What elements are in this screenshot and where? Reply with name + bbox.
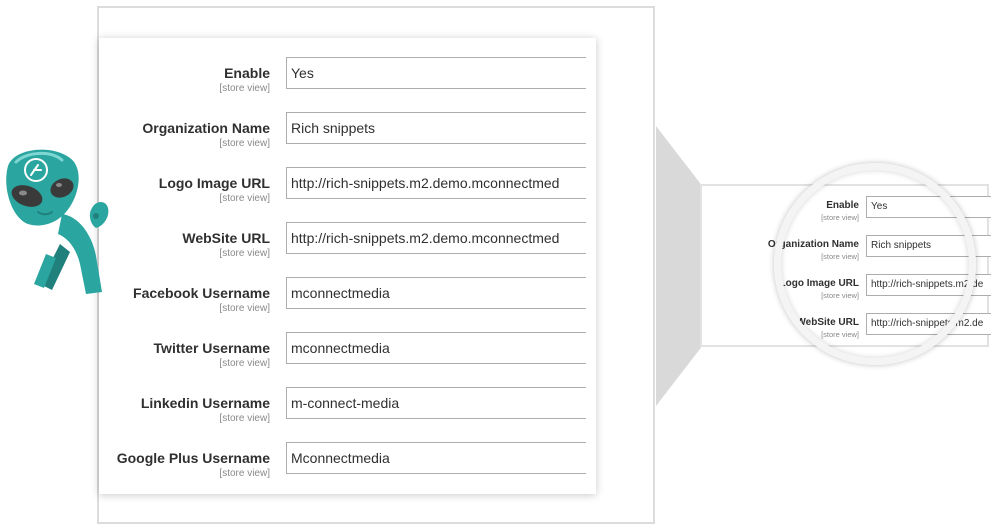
field-label: Organization Name (142, 120, 270, 136)
field-label: Google Plus Username (116, 450, 270, 466)
enable-select[interactable]: Yes (286, 57, 586, 89)
scope-label: [store view] (219, 468, 270, 479)
field-label: Linkedin Username (140, 395, 270, 411)
preview-organization-name-input: Rich snippets (866, 235, 991, 257)
preview-enable-select: Yes (866, 196, 991, 218)
website-url-input[interactable]: http://rich-snippets.m2.demo.mconnectmed (286, 222, 586, 254)
form-row-enable: Enable [store view] Yes (99, 57, 596, 97)
logo-image-url-input[interactable]: http://rich-snippets.m2.demo.mconnectmed (286, 167, 586, 199)
preview-field-label: Enable (826, 200, 859, 211)
preview-row-logo-image-url: Logo Image URL [store view] http://rich-… (702, 274, 991, 304)
preview-field-label: Logo Image URL (779, 278, 859, 289)
preview-field-label: Organization Name (767, 239, 859, 250)
preview-scope-label: [store view] (821, 213, 859, 222)
form-row-twitter-username: Twitter Username [store view] mconnectme… (99, 332, 596, 372)
scope-label: [store view] (219, 83, 270, 94)
form-row-linkedin-username: Linkedin Username [store view] m-connect… (99, 387, 596, 427)
organization-name-input[interactable]: Rich snippets (286, 112, 586, 144)
scope-label: [store view] (219, 413, 270, 424)
preview-row-website-url: WebSite URL [store view] http://rich-sni… (702, 313, 991, 343)
form-row-logo-image-url: Logo Image URL [store view] http://rich-… (99, 167, 596, 207)
form-row-google-plus-username: Google Plus Username [store view] Mconne… (99, 442, 596, 482)
twitter-username-input[interactable]: mconnectmedia (286, 332, 586, 364)
linkedin-username-input[interactable]: m-connect-media (286, 387, 586, 419)
form-row-organization-name: Organization Name [store view] Rich snip… (99, 112, 596, 152)
scope-label: [store view] (219, 303, 270, 314)
preview-row-organization-name: Organization Name [store view] Rich snip… (702, 235, 991, 265)
alien-mascot-icon (6, 149, 109, 294)
preview-scope-label: [store view] (821, 330, 859, 339)
form-row-facebook-username: Facebook Username [store view] mconnectm… (99, 277, 596, 317)
form-row-website-url: WebSite URL [store view] http://rich-sni… (99, 222, 596, 262)
scope-label: [store view] (219, 358, 270, 369)
preview-scope-label: [store view] (821, 252, 859, 261)
zoom-preview-panel: Enable [store view] Yes Organization Nam… (700, 184, 991, 347)
field-label: Enable (224, 65, 270, 81)
facebook-username-input[interactable]: mconnectmedia (286, 277, 586, 309)
field-label: Twitter Username (153, 340, 270, 356)
preview-field-label: WebSite URL (796, 317, 859, 328)
preview-row-enable: Enable [store view] Yes (702, 196, 991, 226)
preview-website-url-input: http://rich-snippets.m2.de (866, 313, 991, 335)
preview-logo-image-url-input: http://rich-snippets.m2.de (866, 274, 991, 296)
config-form-card: Enable [store view] Yes Organization Nam… (99, 38, 596, 494)
google-plus-username-input[interactable]: Mconnectmedia (286, 442, 586, 474)
preview-scope-label: [store view] (821, 291, 859, 300)
